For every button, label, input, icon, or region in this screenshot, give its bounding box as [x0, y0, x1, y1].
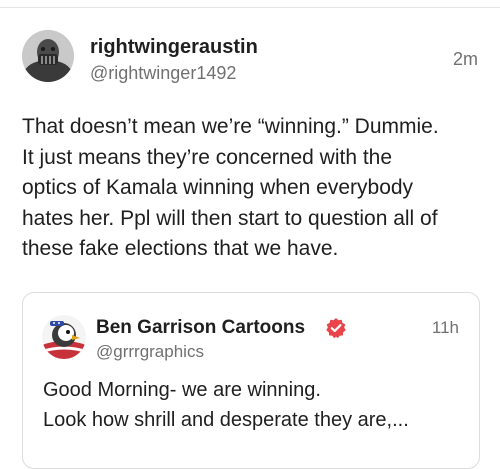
post-header: rightwingeraustin @rightwinger1492 2m: [0, 0, 500, 100]
post-timestamp: 2m: [452, 49, 478, 69]
quoted-author-handle[interactable]: @grrrgraphics: [96, 342, 204, 362]
post-text: That doesn’t mean we’re “winning.” Dummi…: [22, 112, 482, 265]
post-text-line: It just means they’re concerned with the: [22, 145, 393, 169]
quoted-author-avatar[interactable]: [42, 315, 86, 359]
verified-badge-icon: [325, 317, 347, 339]
quoted-author-display-name[interactable]: Ben Garrison Cartoons: [96, 317, 305, 339]
post-text-line: That doesn’t mean we’re “winning.” Dummi…: [22, 115, 439, 138]
post-text-line: these fake elections that we have.: [22, 237, 339, 260]
quoted-post-timestamp: 11h: [431, 318, 459, 337]
quoted-post-text: Good Morning- we are winning. Look how s…: [43, 375, 473, 435]
quoted-post-card[interactable]: Ben Garrison Cartoons @grrrgraphics 11h …: [22, 292, 480, 469]
post-text-line: hates her. Ppl will then start to questi…: [22, 206, 438, 230]
post-text-line: optics of Kamala winning when everybody: [22, 176, 414, 199]
cartoon-eagle-avatar-icon: [42, 315, 86, 359]
author-handle[interactable]: @rightwinger1492: [90, 63, 236, 84]
author-display-name[interactable]: rightwingeraustin: [90, 36, 258, 59]
quoted-post-text-line: Good Morning- we are winning.: [43, 379, 321, 401]
masked-figure-avatar-icon: [22, 30, 74, 82]
author-avatar[interactable]: [22, 30, 74, 82]
quoted-post-text-line: Look how shrill and desperate they are,.…: [43, 409, 409, 431]
